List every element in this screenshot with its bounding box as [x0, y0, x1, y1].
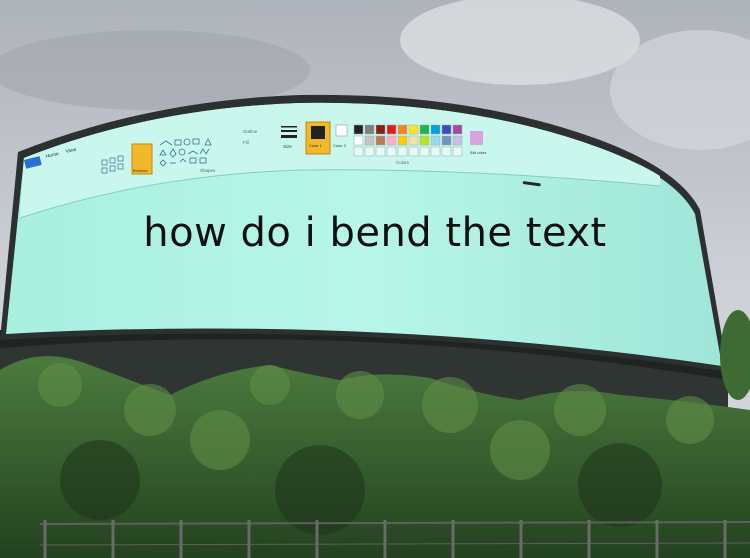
color2-label: Color 2 — [333, 143, 347, 148]
palette-swatch[interactable] — [419, 135, 430, 146]
colors-group-label: Colors — [396, 160, 410, 165]
palette-swatch[interactable] — [419, 124, 430, 135]
caption-text: how do i bend the text — [143, 210, 607, 256]
palette-swatch-empty[interactable] — [430, 146, 441, 157]
palette-swatch[interactable] — [364, 135, 375, 146]
color1-swatch — [311, 126, 325, 139]
palette-swatch[interactable] — [408, 135, 419, 146]
palette-swatch[interactable] — [452, 124, 463, 135]
billboard-scene: Home View Brushes Shapes Outline Fill Si… — [0, 0, 750, 558]
palette-swatch[interactable] — [430, 124, 441, 135]
palette-swatch[interactable] — [452, 135, 463, 146]
outline-dropdown[interactable]: Outline — [243, 129, 258, 134]
palette-swatch-empty[interactable] — [386, 146, 397, 157]
color1-label: Color 1 — [309, 143, 323, 148]
palette-swatch[interactable] — [375, 135, 386, 146]
palette-swatch[interactable] — [364, 124, 375, 135]
palette-swatch[interactable] — [353, 135, 364, 146]
palette-swatch-empty[interactable] — [419, 146, 430, 157]
palette-swatch[interactable] — [408, 124, 419, 135]
brushes-label: Brushes — [133, 168, 148, 173]
palette-swatch-empty[interactable] — [408, 146, 419, 157]
edit-colors-label: Edit colors — [470, 151, 487, 155]
palette-swatch[interactable] — [375, 124, 386, 135]
palette-swatch[interactable] — [430, 135, 441, 146]
palette-swatch-empty[interactable] — [397, 146, 408, 157]
palette-swatch[interactable] — [441, 135, 452, 146]
palette-swatch[interactable] — [397, 124, 408, 135]
fill-dropdown[interactable]: Fill — [243, 140, 249, 145]
palette-swatch[interactable] — [397, 135, 408, 146]
palette-swatch-empty[interactable] — [452, 146, 463, 157]
size-label: Size — [283, 144, 292, 149]
palette-swatch[interactable] — [353, 124, 364, 135]
shapes-group-label: Shapes — [200, 168, 216, 173]
palette-swatch-empty[interactable] — [375, 146, 386, 157]
palette-swatch[interactable] — [441, 124, 452, 135]
palette-swatch-empty[interactable] — [353, 146, 364, 157]
palette-swatch-empty[interactable] — [364, 146, 375, 157]
palette-swatch-empty[interactable] — [441, 146, 452, 157]
edit-colors-button[interactable] — [470, 131, 483, 145]
color2-swatch[interactable] — [335, 124, 348, 137]
palette-swatch[interactable] — [386, 124, 397, 135]
palette-swatch[interactable] — [386, 135, 397, 146]
